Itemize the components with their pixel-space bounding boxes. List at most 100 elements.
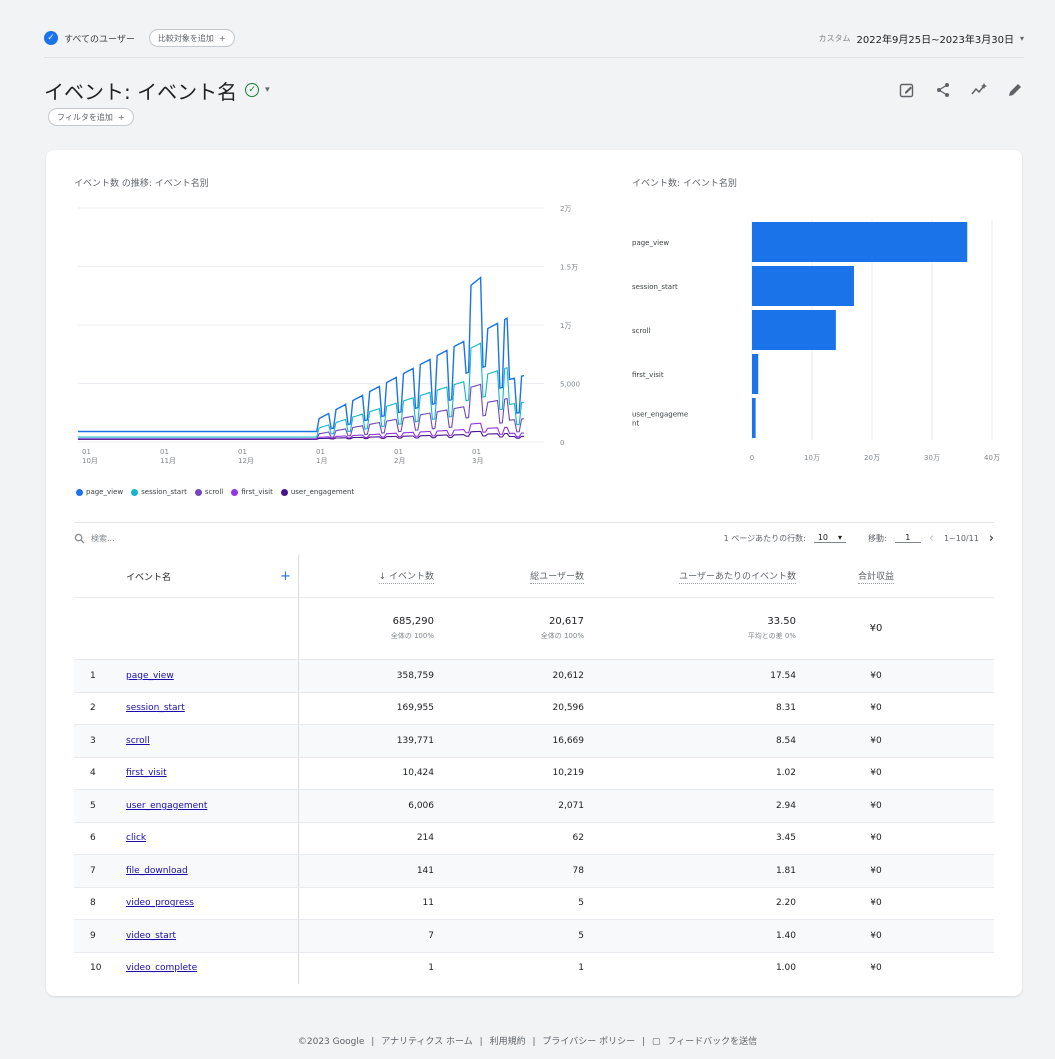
rows-per-page-label: 1 ページあたりの行数:: [723, 533, 806, 543]
events-per-user-cell: 1.00: [775, 963, 796, 974]
x-tick-label: 3月: [472, 457, 483, 465]
card-divider: [74, 522, 994, 523]
event-name-link[interactable]: video_start: [126, 931, 176, 941]
legend-item[interactable]: first_visit: [231, 488, 273, 496]
table-search[interactable]: 検索...: [74, 533, 115, 544]
event-name-cell: scroll: [126, 725, 296, 757]
series-line-session_start: [78, 342, 525, 438]
add-dimension-button[interactable]: +: [280, 555, 291, 597]
y-tick-label: 0: [560, 439, 564, 447]
events-per-user-cell: 2.94: [775, 800, 796, 811]
pencil-icon[interactable]: [1006, 81, 1024, 99]
header-total-revenue[interactable]: 合計収益: [816, 555, 936, 597]
event-count-cell: 169,955: [396, 703, 434, 714]
date-custom-label: カスタム: [818, 33, 851, 43]
header-event-count[interactable]: ↓ イベント数: [294, 555, 434, 597]
top-bar: ✓ すべてのユーザー 比較対象を追加 + カスタム 2022年9月25日~202…: [44, 28, 1024, 48]
event-name-link[interactable]: scroll: [126, 736, 150, 746]
table-row: 6 click 214 62 3.45 ¥0: [74, 821, 994, 854]
bar-category-label: page_view: [632, 239, 669, 247]
events-table: イベント名 + ↓ イベント数 総ユーザー数 ユーザーあたりのイベント数 合計収…: [74, 555, 994, 984]
segment-chip[interactable]: ✓ すべてのユーザー: [44, 28, 135, 48]
total-users-value: 20,617: [549, 616, 584, 627]
total-users-cell: 62: [572, 833, 584, 844]
total-users-sub: 全体の 100%: [540, 632, 584, 640]
bar-chart-title: イベント数: イベント名別: [632, 179, 737, 189]
total-per-user-sub: 平均との差 0%: [747, 632, 796, 640]
footer-link-home[interactable]: アナリティクス ホーム: [381, 1037, 473, 1047]
y-tick-label: 1万: [560, 322, 571, 330]
header-event-name[interactable]: イベント名: [126, 555, 296, 597]
total-users-cell: 2,071: [558, 800, 584, 811]
insights-icon[interactable]: [970, 81, 988, 99]
legend-item[interactable]: user_engagement: [280, 488, 354, 496]
top-divider: [44, 57, 1024, 58]
total-users-cell: 1: [578, 963, 584, 974]
footer-link-feedback[interactable]: フィードバックを送信: [667, 1037, 757, 1047]
rows-per-page-select[interactable]: 10 ▾: [813, 533, 847, 543]
x-tick-label: 12月: [238, 457, 254, 465]
plus-icon: +: [117, 112, 125, 122]
revenue-cell: ¥0: [870, 670, 882, 681]
total-events-sub: 全体の 100%: [390, 632, 434, 640]
prev-page-button[interactable]: ‹: [929, 531, 934, 546]
add-filter-button[interactable]: フィルタを追加 +: [48, 108, 134, 126]
event-name-link[interactable]: video_progress: [126, 898, 194, 908]
header-events-per-user[interactable]: ユーザーあたりのイベント数: [584, 555, 796, 597]
edit-report-icon[interactable]: [898, 81, 916, 99]
title-dropdown-icon[interactable]: ▾: [265, 85, 270, 95]
x-tick-label: 11月: [160, 457, 176, 465]
verified-check-icon: ✓: [245, 83, 260, 97]
event-name-cell: video_start: [126, 920, 296, 952]
header-total-users[interactable]: 総ユーザー数: [434, 555, 584, 597]
x-tick-label: 01: [472, 448, 481, 456]
share-icon[interactable]: [934, 81, 952, 99]
footer-link-privacy[interactable]: プライバシー ポリシー: [542, 1037, 635, 1047]
line-chart: 2万1.5万1万5,00000110月0111月0112月011月012月013…: [78, 205, 580, 465]
events-per-user-cell: 1.02: [775, 768, 796, 779]
table-row: 2 session_start 169,955 20,596 8.31 ¥0: [74, 691, 994, 724]
event-name-link[interactable]: video_complete: [126, 963, 197, 973]
date-range-picker[interactable]: カスタム 2022年9月25日~2023年3月30日 ▾: [819, 31, 1024, 46]
plus-icon: +: [218, 33, 226, 43]
event-name-link[interactable]: session_start: [126, 703, 185, 713]
analytics-report-page: ✓ すべてのユーザー 比較対象を追加 + カスタム 2022年9月25日~202…: [0, 0, 1055, 1059]
segment-dot-icon: ✓: [44, 31, 58, 45]
footer-separator: |: [479, 1037, 483, 1047]
total-users-cell: 20,596: [552, 703, 585, 714]
event-name-cell: page_view: [126, 660, 296, 692]
events-per-user-cell: 2.20: [775, 898, 796, 909]
bar-page_view: [752, 222, 968, 262]
row-index: 8: [90, 898, 96, 909]
event-name-link[interactable]: first_visit: [126, 768, 167, 778]
next-page-button[interactable]: ›: [989, 531, 994, 546]
x-tick-label: 01: [160, 448, 169, 456]
chevron-down-icon: ▾: [838, 533, 843, 542]
table-row: 3 scroll 139,771 16,669 8.54 ¥0: [74, 724, 994, 757]
x-tick-label: 01: [316, 448, 325, 456]
events-per-user-cell: 3.45: [775, 833, 796, 844]
total-per-user: 33.50 平均との差 0%: [584, 598, 796, 659]
event-name-link[interactable]: click: [126, 833, 146, 843]
footer-separator: |: [371, 1037, 375, 1047]
x-tick-label: 40万: [984, 454, 1000, 462]
row-index: 3: [90, 735, 96, 746]
event-name-link[interactable]: file_download: [126, 866, 188, 876]
legend-dot-icon: [76, 488, 83, 496]
line-chart-legend: page_view session_start scroll first_visit u…: [76, 488, 354, 496]
total-users-cell: 5: [578, 930, 584, 941]
search-input[interactable]: 検索...: [91, 533, 115, 544]
x-tick-label: 10万: [804, 454, 820, 462]
legend-item[interactable]: session_start: [131, 488, 187, 496]
legend-item[interactable]: scroll: [194, 488, 223, 496]
legend-item[interactable]: page_view: [76, 488, 123, 496]
footer-link-terms[interactable]: 利用規約: [490, 1037, 526, 1047]
total-users-cell: 10,219: [552, 768, 585, 779]
bar-category-label: nt: [632, 420, 639, 428]
add-comparison-button[interactable]: 比較対象を追加 +: [148, 29, 235, 47]
event-name-link[interactable]: user_engagement: [126, 801, 207, 811]
goto-page-input[interactable]: 1: [894, 533, 921, 543]
revenue-cell: ¥0: [870, 963, 882, 974]
event-name-link[interactable]: page_view: [126, 671, 174, 681]
title-row: イベント: イベント名 ✓ ▾: [44, 76, 1024, 104]
